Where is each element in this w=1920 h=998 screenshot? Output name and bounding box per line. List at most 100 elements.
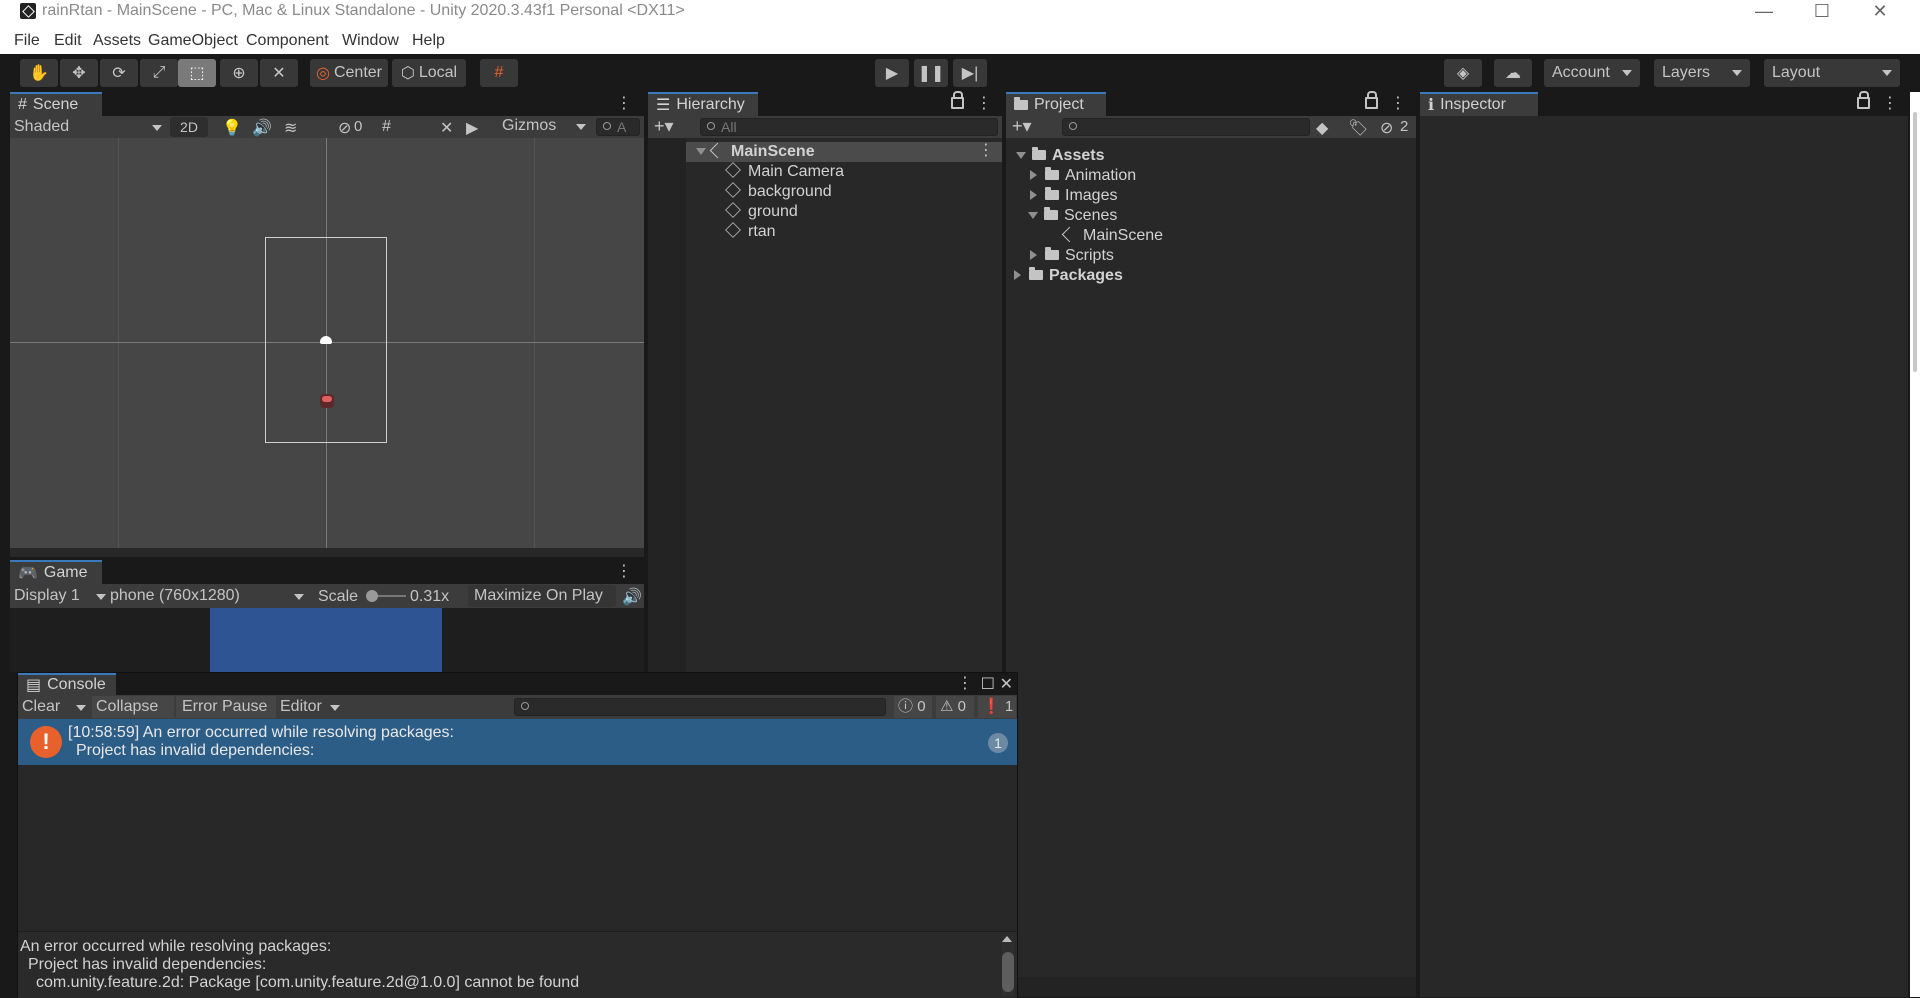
filter-type-icon[interactable]: ◆ — [1316, 118, 1328, 138]
scrollbar-thumb[interactable] — [1913, 112, 1917, 372]
scale-slider-handle[interactable] — [366, 590, 378, 602]
audio-icon[interactable]: 🔊 — [252, 118, 272, 138]
tools-icon[interactable]: ✕ — [440, 118, 453, 138]
collab-button[interactable]: ◈ — [1444, 59, 1482, 87]
expand-arrow-icon[interactable] — [1014, 270, 1021, 280]
layout-dropdown[interactable]: Layout — [1764, 59, 1900, 87]
menu-window[interactable]: Window — [342, 32, 399, 50]
cloud-sprite[interactable] — [320, 336, 332, 344]
hierarchy-item-ground[interactable]: ground — [725, 202, 798, 221]
folder-images[interactable]: Images — [1030, 187, 1117, 205]
gizmos-dropdown[interactable]: Gizmos — [498, 117, 590, 137]
console-search-input[interactable] — [514, 698, 886, 716]
hierarchy-item-rtan[interactable]: rtan — [725, 222, 776, 241]
hidden-packages-icon[interactable]: ⊘ — [1380, 118, 1393, 138]
menu-component[interactable]: Component — [246, 32, 329, 50]
kebab-menu-icon[interactable]: ⋮ — [1882, 96, 1898, 112]
kebab-menu-icon[interactable]: ⋮ — [978, 143, 994, 159]
camera-icon[interactable]: ▶ — [466, 118, 478, 138]
close-panel-icon[interactable]: ✕ — [1000, 674, 1013, 694]
expand-arrow-icon[interactable] — [1030, 190, 1037, 200]
transform-tool-button[interactable]: ⊕ — [220, 59, 258, 87]
scale-tool-button[interactable]: ⤢ — [140, 59, 178, 87]
tab-scene[interactable]: # Scene — [10, 92, 102, 116]
hand-tool-button[interactable]: ✋ — [20, 59, 58, 87]
kebab-menu-icon[interactable]: ⋮ — [616, 96, 632, 112]
kebab-menu-icon[interactable]: ⋮ — [957, 676, 973, 692]
display-dropdown[interactable]: Display 1 — [14, 587, 110, 605]
folder-scripts[interactable]: Scripts — [1030, 247, 1114, 265]
warning-filter-toggle[interactable]: ⚠ 0 — [936, 696, 974, 718]
console-entry[interactable]: ! [10:58:59] An error occurred while res… — [18, 719, 1017, 765]
custom-tool-button[interactable]: ✕ — [260, 59, 298, 87]
menu-gameobject[interactable]: GameObject — [148, 32, 238, 50]
lock-icon[interactable] — [951, 91, 964, 109]
scroll-up-icon[interactable] — [1002, 936, 1012, 942]
create-plus-icon[interactable]: +▾ — [1012, 116, 1032, 137]
close-window-button[interactable]: ✕ — [1852, 0, 1908, 24]
kebab-menu-icon[interactable]: ⋮ — [1390, 96, 1406, 112]
tab-hierarchy[interactable]: ☰ Hierarchy — [648, 92, 758, 116]
minimize-button[interactable]: — — [1736, 0, 1792, 24]
expand-arrow-icon[interactable] — [1028, 212, 1038, 219]
scene-search-input[interactable]: A — [596, 118, 640, 136]
folder-packages[interactable]: Packages — [1014, 267, 1123, 285]
move-tool-button[interactable]: ✥ — [60, 59, 98, 87]
project-search-input[interactable] — [1062, 118, 1310, 136]
lock-icon[interactable] — [1857, 91, 1870, 109]
folder-assets[interactable]: Assets — [1016, 147, 1104, 165]
editor-dropdown[interactable]: Editor — [280, 698, 342, 716]
grid-snap-button[interactable]: # — [480, 59, 518, 87]
mute-audio-icon[interactable]: 🔊 — [622, 587, 642, 607]
maximize-on-play-toggle[interactable]: Maximize On Play — [468, 585, 616, 607]
effects-icon[interactable]: ≋ — [284, 118, 297, 138]
create-plus-icon[interactable]: +▾ — [654, 116, 674, 137]
scene-row[interactable]: MainScene ⋮ — [686, 142, 1002, 162]
error-filter-toggle[interactable]: ❗ 1 — [978, 696, 1016, 718]
collapse-toggle[interactable]: Collapse — [92, 696, 174, 718]
pause-button[interactable]: ❚❚ — [914, 59, 948, 87]
kebab-menu-icon[interactable]: ⋮ — [616, 564, 632, 580]
resolution-dropdown[interactable]: phone (760x1280) — [110, 587, 308, 605]
pivot-local-button[interactable]: ⬡ Local — [392, 59, 466, 87]
lighting-icon[interactable]: 💡 — [222, 118, 242, 138]
step-button[interactable]: ▶| — [953, 59, 987, 87]
expand-arrow-icon[interactable] — [1016, 152, 1026, 159]
expand-arrow-icon[interactable] — [696, 148, 706, 155]
cloud-button[interactable]: ☁ — [1494, 59, 1532, 87]
hierarchy-item-main-camera[interactable]: Main Camera — [725, 162, 844, 181]
account-dropdown[interactable]: Account — [1544, 59, 1640, 87]
detail-scrollbar[interactable] — [1002, 936, 1014, 996]
tab-inspector[interactable]: ℹ Inspector — [1420, 92, 1538, 116]
folder-animation[interactable]: Animation — [1030, 167, 1136, 185]
pivot-center-button[interactable]: ◎ Center — [310, 59, 388, 87]
scrollbar-thumb[interactable] — [1002, 952, 1014, 992]
label-tag-icon[interactable]: 🏷 — [1348, 118, 1368, 138]
menu-edit[interactable]: Edit — [54, 32, 82, 50]
play-button[interactable]: ▶ — [875, 59, 909, 87]
2d-toggle[interactable]: 2D — [170, 117, 208, 137]
hierarchy-search-input[interactable]: All — [700, 118, 998, 136]
lock-icon[interactable] — [1365, 91, 1378, 109]
rect-tool-button[interactable]: ⬚ — [178, 59, 216, 87]
folder-scenes[interactable]: Scenes — [1028, 207, 1117, 225]
grid-toggle-icon[interactable]: # — [382, 118, 391, 136]
rtan-sprite[interactable] — [320, 394, 334, 408]
window-scrollbar[interactable] — [1910, 92, 1920, 997]
asset-mainscene[interactable]: MainScene — [1061, 226, 1163, 245]
hidden-objects-icon[interactable]: ⊘ — [338, 118, 351, 138]
log-filter-toggle[interactable]: ⓘ 0 — [894, 696, 932, 718]
expand-arrow-icon[interactable] — [1030, 250, 1037, 260]
shading-dropdown[interactable]: Shaded — [14, 118, 164, 136]
game-viewport[interactable] — [10, 608, 644, 672]
hierarchy-item-background[interactable]: background — [725, 182, 832, 201]
tab-console[interactable]: ▤ Console — [18, 673, 116, 695]
tab-project[interactable]: Project — [1006, 92, 1106, 116]
layers-dropdown[interactable]: Layers — [1654, 59, 1750, 87]
error-pause-toggle[interactable]: Error Pause — [176, 696, 276, 718]
menu-help[interactable]: Help — [412, 32, 445, 50]
maximize-panel-icon[interactable]: ☐ — [981, 674, 995, 694]
menu-file[interactable]: File — [14, 32, 40, 50]
kebab-menu-icon[interactable]: ⋮ — [976, 96, 992, 112]
maximize-button[interactable]: ☐ — [1794, 0, 1850, 24]
